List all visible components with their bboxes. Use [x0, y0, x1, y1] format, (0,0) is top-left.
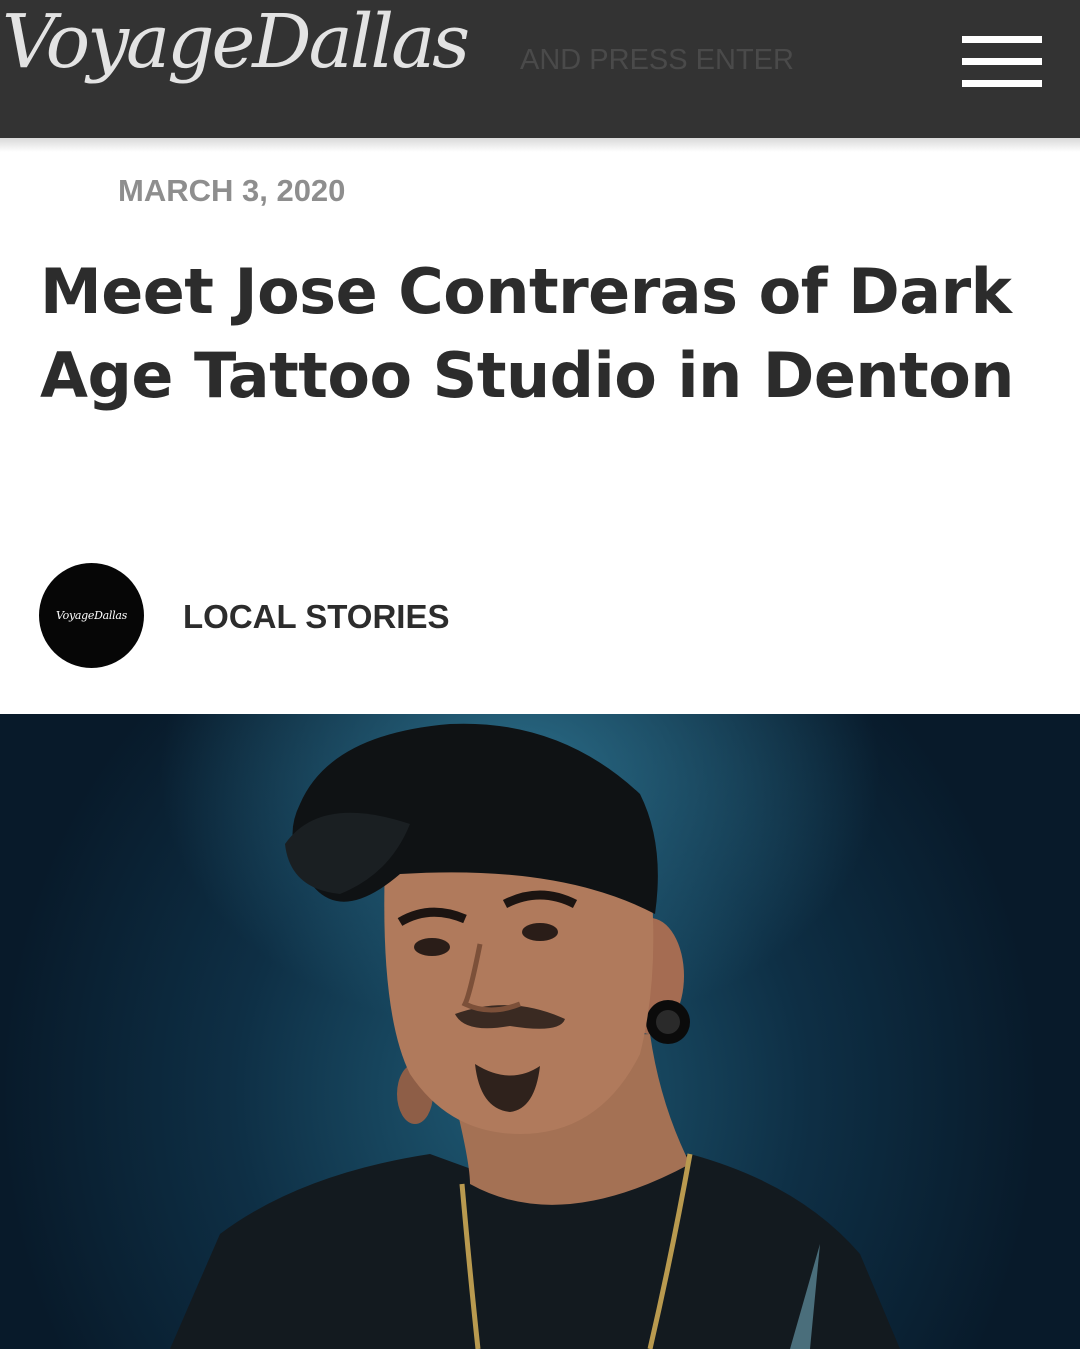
article-date: MARCH 3, 2020 — [118, 173, 346, 208]
article-title: Meet Jose Contreras of Dark Age Tattoo S… — [40, 255, 1014, 412]
site-logo[interactable]: VoyageDallas — [2, 0, 470, 90]
site-header: VoyageDallas AND PRESS ENTER — [0, 0, 1080, 138]
menu-bar — [962, 58, 1042, 65]
menu-bar — [962, 80, 1042, 87]
menu-bar — [962, 36, 1042, 43]
hamburger-icon[interactable] — [962, 36, 1042, 88]
avatar-logo-text: VoyageDallas — [56, 609, 127, 622]
category-link[interactable]: LOCAL STORIES — [183, 598, 449, 636]
author-avatar[interactable]: VoyageDallas — [39, 563, 144, 668]
search-hint-text: AND PRESS ENTER — [520, 44, 794, 76]
portrait-illustration — [170, 723, 900, 1349]
header-shadow — [0, 138, 1080, 152]
hero-image — [0, 714, 1080, 1349]
